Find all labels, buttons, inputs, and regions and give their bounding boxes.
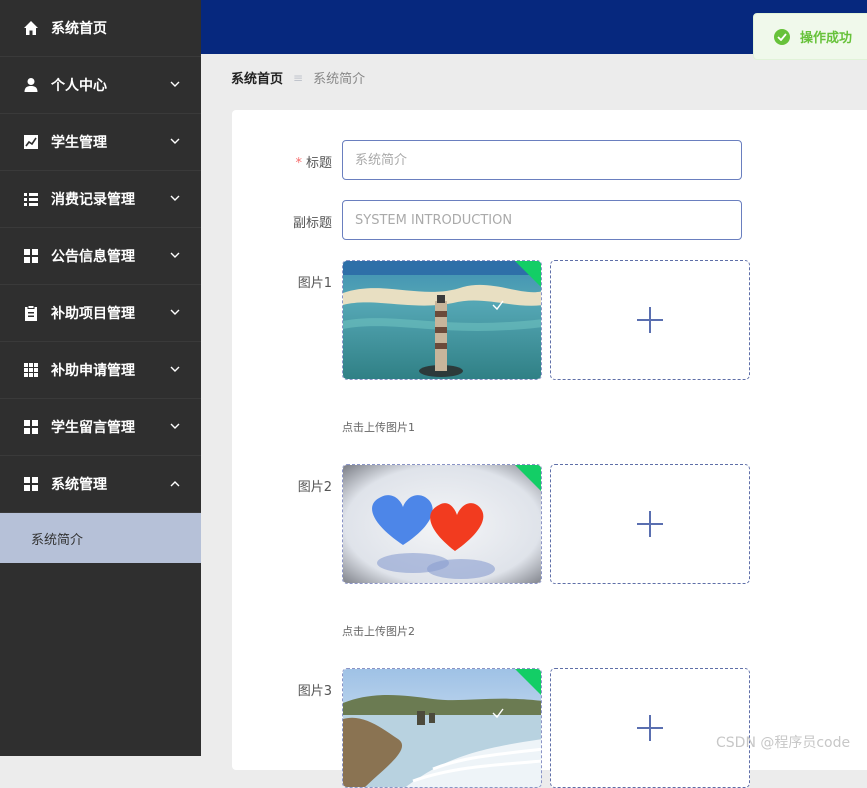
toast-message: 操作成功 bbox=[800, 31, 853, 46]
sidebar-item-home[interactable]: 系统首页 bbox=[0, 0, 201, 57]
grid-icon bbox=[23, 248, 39, 264]
image2-upload-button[interactable] bbox=[550, 464, 750, 584]
sidebar-item-label: 学生留言管理 bbox=[51, 420, 135, 436]
csdn-watermark: CSDN @程序员code bbox=[716, 735, 851, 751]
user-icon bbox=[23, 77, 39, 93]
chevron-down-icon bbox=[170, 79, 180, 89]
sidebar-item-label: 补助项目管理 bbox=[51, 306, 135, 322]
chevron-up-icon bbox=[170, 478, 180, 488]
sidebar-item-label: 系统管理 bbox=[51, 477, 107, 493]
breadcrumb-current: 系统简介 bbox=[313, 72, 366, 87]
sidebar-item-student-messages[interactable]: 学生留言管理 bbox=[0, 399, 201, 456]
image1-thumbnail[interactable] bbox=[342, 260, 542, 380]
image3-thumbnail[interactable] bbox=[342, 668, 542, 788]
image2-label: 图片2 bbox=[297, 480, 332, 495]
sidebar-item-personal-center[interactable]: 个人中心 bbox=[0, 57, 201, 114]
image2-thumbnail[interactable] bbox=[342, 464, 542, 584]
check-circle-icon bbox=[774, 28, 790, 45]
sidebar-item-label: 个人中心 bbox=[51, 78, 107, 94]
breadcrumb: 系统首页 ≡ 系统简介 bbox=[231, 68, 366, 88]
sidebar-item-system-management[interactable]: 系统管理 bbox=[0, 456, 201, 513]
table-icon bbox=[23, 362, 39, 378]
sidebar-item-label: 消费记录管理 bbox=[51, 192, 135, 208]
sidebar-item-announcements[interactable]: 公告信息管理 bbox=[0, 228, 201, 285]
plus-icon bbox=[637, 307, 663, 333]
grid-icon bbox=[23, 476, 39, 492]
sidebar-item-subsidy-projects[interactable]: 补助项目管理 bbox=[0, 285, 201, 342]
required-mark: * bbox=[295, 156, 302, 171]
lighthouse-photo bbox=[343, 261, 541, 379]
grid-icon bbox=[23, 419, 39, 435]
sidebar-item-label: 学生管理 bbox=[51, 135, 107, 151]
chevron-down-icon bbox=[170, 193, 180, 203]
image2-hint: 点击上传图片2 bbox=[342, 625, 415, 638]
title-label: * 标题 bbox=[295, 156, 332, 171]
sidebar: 系统首页 个人中心 学生管理 消费记录管理 公告信息管理 补助项目管理 补助申请… bbox=[0, 0, 201, 756]
image1-label: 图片1 bbox=[297, 276, 332, 291]
clipboard-icon bbox=[23, 305, 39, 321]
hearts-photo bbox=[343, 465, 541, 583]
chevron-down-icon bbox=[170, 364, 180, 374]
image1-hint: 点击上传图片1 bbox=[342, 421, 415, 434]
chevron-down-icon bbox=[170, 307, 180, 317]
success-toast: 操作成功 bbox=[753, 13, 867, 60]
chart-icon bbox=[23, 134, 39, 150]
image3-label: 图片3 bbox=[297, 684, 332, 699]
sidebar-item-label: 补助申请管理 bbox=[51, 363, 135, 379]
sidebar-item-consumption-records[interactable]: 消费记录管理 bbox=[0, 171, 201, 228]
chevron-down-icon bbox=[170, 250, 180, 260]
list-icon bbox=[23, 191, 39, 207]
plus-icon bbox=[637, 511, 663, 537]
home-icon bbox=[23, 20, 39, 36]
sidebar-item-subsidy-applications[interactable]: 补助申请管理 bbox=[0, 342, 201, 399]
image1-upload-button[interactable] bbox=[550, 260, 750, 380]
title-input[interactable] bbox=[342, 140, 742, 180]
chevron-down-icon bbox=[170, 421, 180, 431]
image3-upload-button[interactable] bbox=[550, 668, 750, 788]
content-panel: *标题 副标题 图片1 点击上传图片1 bbox=[232, 110, 867, 788]
chevron-down-icon bbox=[170, 136, 180, 146]
sidebar-item-label: 公告信息管理 bbox=[51, 249, 135, 265]
sidebar-subitem-system-intro[interactable]: 系统简介 bbox=[0, 513, 201, 563]
sidebar-item-label: 系统首页 bbox=[51, 21, 107, 37]
coast-photo bbox=[343, 669, 541, 787]
sidebar-item-student-management[interactable]: 学生管理 bbox=[0, 114, 201, 171]
plus-icon bbox=[637, 715, 663, 741]
breadcrumb-separator: ≡ bbox=[293, 70, 304, 85]
breadcrumb-home[interactable]: 系统首页 bbox=[231, 68, 283, 87]
subtitle-input[interactable] bbox=[342, 200, 742, 240]
subtitle-label: 副标题 bbox=[292, 216, 332, 231]
